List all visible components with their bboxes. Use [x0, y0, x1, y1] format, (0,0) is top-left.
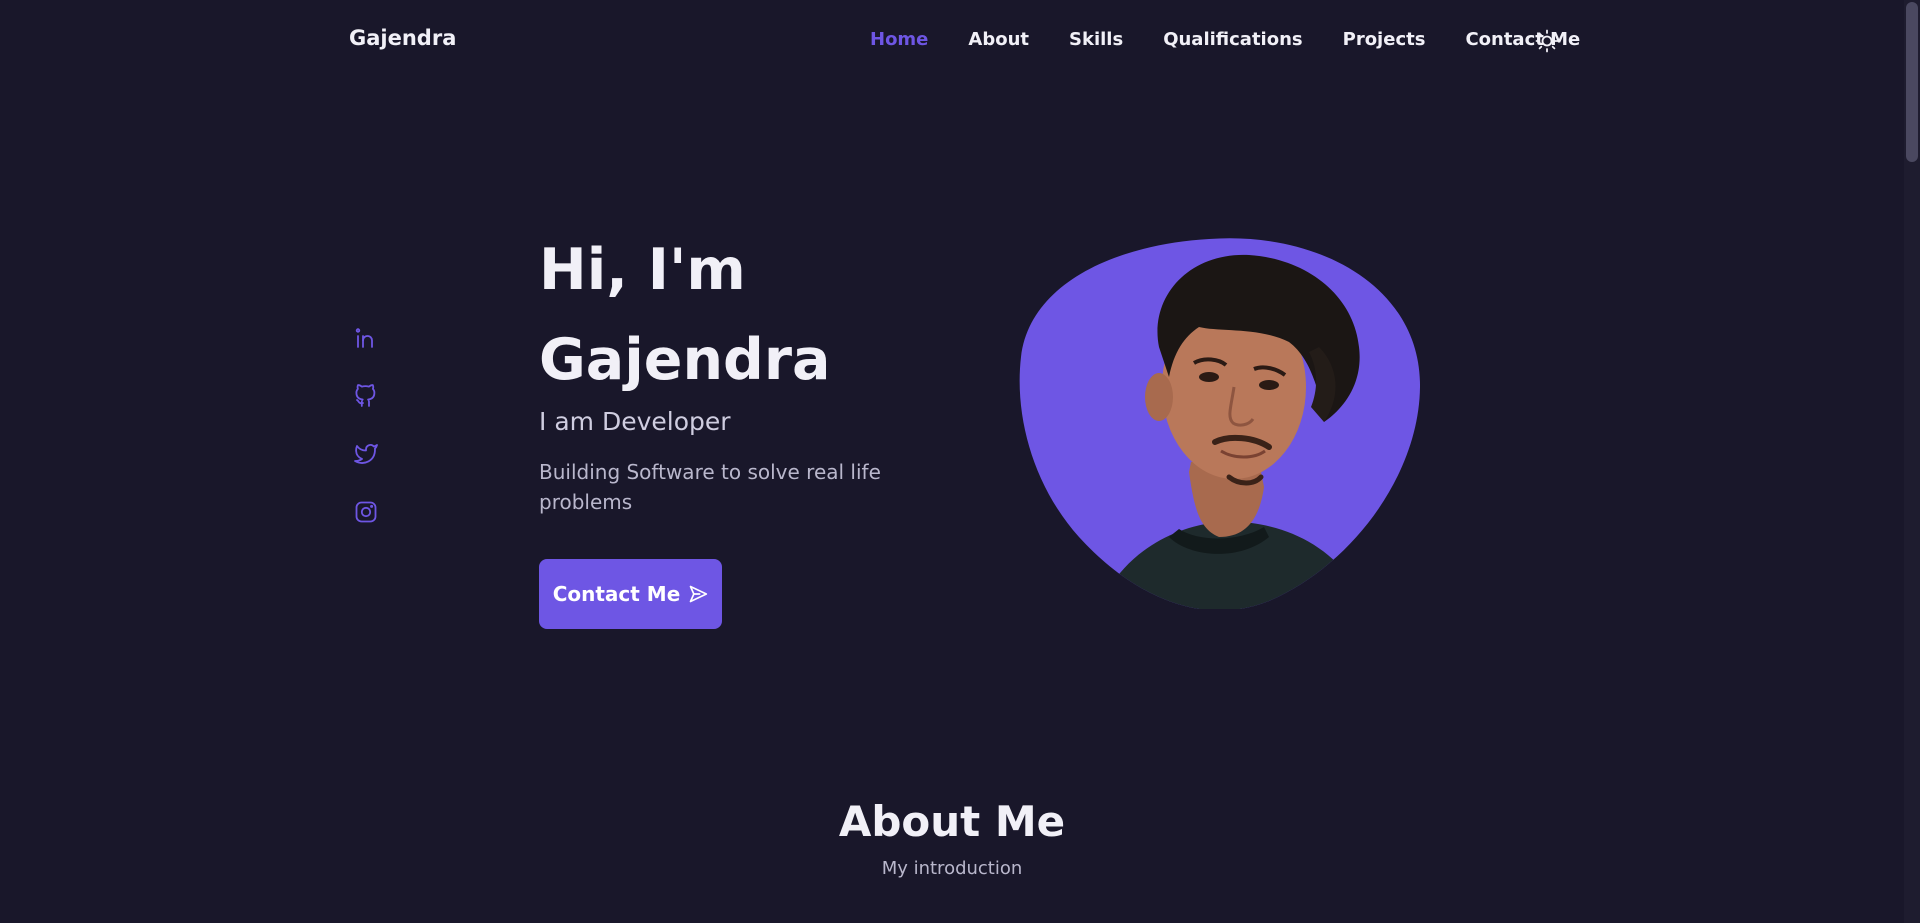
github-icon[interactable]: [354, 384, 378, 408]
hero-description: Building Software to solve real life pro…: [539, 460, 881, 514]
social-links: [354, 326, 378, 524]
nav-link-skills[interactable]: Skills: [1069, 28, 1123, 52]
about-subtitle: My introduction: [881, 858, 1023, 879]
scrollbar-thumb[interactable]: [1906, 2, 1918, 162]
hero-subtitle: I am Developer: [539, 407, 731, 436]
contact-me-button[interactable]: Contact Me: [539, 559, 722, 629]
linkedin-icon[interactable]: [354, 326, 378, 350]
contact-me-button-label: Contact Me: [552, 582, 681, 606]
hero-text: Hi, I'm Gajendra I am Developer Building…: [539, 225, 939, 537]
hero-title: Hi, I'm Gajendra: [539, 225, 939, 405]
page: Gajendra Home About Skills Qualification…: [0, 0, 1920, 923]
main-nav: Home About Skills Qualifications Project…: [870, 28, 1580, 52]
sun-icon[interactable]: [1535, 29, 1559, 53]
nav-link-home[interactable]: Home: [870, 28, 928, 52]
send-icon: [689, 585, 708, 603]
hero-title-line1: Hi, I'm: [539, 237, 746, 303]
nav-link-qualifications[interactable]: Qualifications: [1163, 28, 1302, 52]
instagram-icon[interactable]: [354, 500, 378, 524]
page-scrollbar[interactable]: [1904, 0, 1920, 923]
nav-link-contact[interactable]: Contact Me: [1465, 28, 1580, 52]
nav-link-about[interactable]: About: [968, 28, 1029, 52]
logo-link[interactable]: Gajendra: [349, 26, 456, 50]
site-header: Gajendra Home About Skills Qualification…: [0, 0, 1904, 82]
about-title: About Me: [838, 797, 1066, 846]
hero-title-line2: Gajendra: [539, 327, 831, 393]
profile-image: [1019, 237, 1421, 609]
twitter-icon[interactable]: [354, 442, 378, 466]
nav-link-projects[interactable]: Projects: [1343, 28, 1426, 52]
